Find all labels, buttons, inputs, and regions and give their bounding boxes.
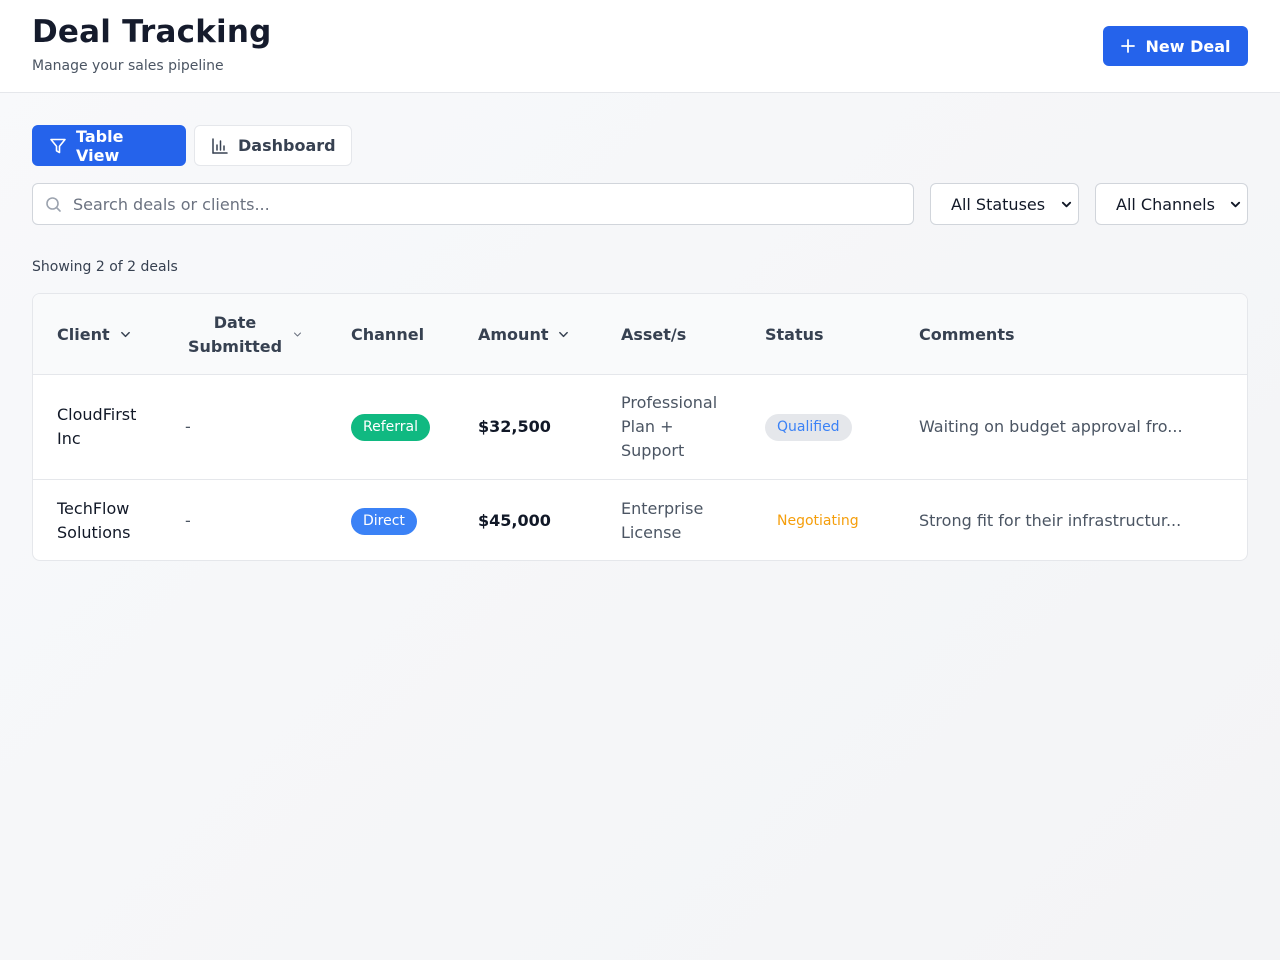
column-header-comments: Comments [919,294,1015,375]
status-filter-select[interactable]: All Statuses [930,183,1079,225]
search-input[interactable] [33,184,913,224]
chevron-down-icon [293,332,302,337]
search-box [32,183,914,225]
column-label: Date Submitted [187,312,283,356]
table-header: Client Date Submitted Channel Amount Ass… [33,294,1247,375]
amount-cell: $32,500 [478,417,551,436]
page-header: Deal Tracking Manage your sales pipeline… [0,0,1280,93]
comments-cell: Waiting on budget approval fro... [919,417,1183,436]
status-badge: Qualified [765,413,852,441]
column-label: Asset/s [621,325,687,344]
view-tabs: Table View Dashboard [32,125,352,166]
deals-table: Client Date Submitted Channel Amount Ass… [32,293,1248,561]
column-header-amount[interactable]: Amount [478,294,569,375]
column-header-status: Status [765,294,824,375]
page-subtitle: Manage your sales pipeline [32,58,224,74]
channel-badge: Direct [351,507,417,535]
channel-cell: Referral [351,375,430,479]
tab-dashboard[interactable]: Dashboard [194,125,352,166]
new-deal-button[interactable]: New Deal [1103,26,1248,66]
column-label: Amount [478,325,549,344]
status-badge: Negotiating [777,512,859,529]
new-deal-label: New Deal [1145,36,1231,56]
channel-cell: Direct [351,480,417,560]
chevron-down-icon [1061,201,1072,208]
channel-badge: Referral [351,413,430,441]
client-cell: CloudFirst Inc [57,405,137,448]
channel-filter-value: All Channels [1116,194,1215,214]
tab-label: Table View [76,126,124,165]
tab-table-view[interactable]: Table View [32,125,186,166]
plus-icon [1121,39,1136,53]
status-cell: Negotiating [765,480,871,560]
tab-label: Dashboard [238,136,336,155]
page-title: Deal Tracking [32,14,272,50]
deal-count: Showing 2 of 2 deals [32,259,178,275]
amount-cell: $45,000 [478,511,551,530]
chevron-down-icon [120,331,130,338]
column-label: Channel [351,325,425,344]
column-header-client[interactable]: Client [57,294,131,375]
filter-icon [50,138,66,153]
channel-filter-select[interactable]: All Channels [1095,183,1248,225]
date-cell: - [185,511,191,530]
status-filter-value: All Statuses [951,194,1046,214]
chevron-down-icon [559,331,569,338]
assets-cell: Enterprise License [621,499,704,542]
date-cell: - [185,417,191,436]
bar-chart-icon [212,137,228,154]
client-cell: TechFlow Solutions [57,499,131,542]
comments-cell: Strong fit for their infrastructur... [919,511,1182,530]
assets-cell: Professional Plan + Support [621,393,718,460]
column-label: Client [57,325,110,344]
column-label: Comments [919,325,1015,344]
search-icon [46,197,61,212]
status-cell: Qualified [765,375,852,479]
chevron-down-icon [1230,201,1241,208]
column-header-assets: Asset/s [621,294,686,375]
column-header-channel: Channel [351,294,424,375]
table-row[interactable]: CloudFirst Inc - Referral $32,500 Profes… [33,375,1247,480]
table-row[interactable]: TechFlow Solutions - Direct $45,000 Ente… [33,480,1247,560]
column-label: Status [765,325,824,344]
column-header-date-submitted[interactable]: Date Submitted [187,294,305,375]
